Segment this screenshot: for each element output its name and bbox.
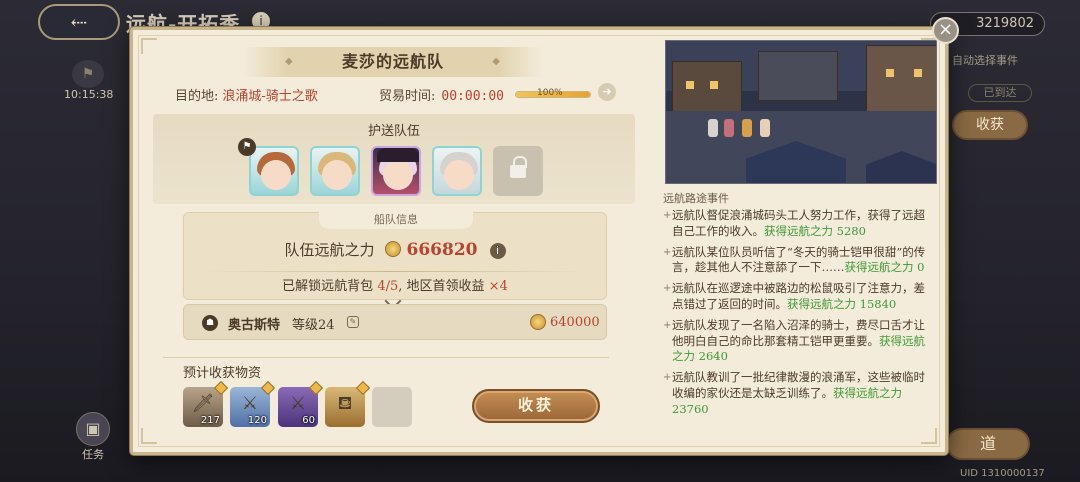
edit-icon[interactable]: ✎: [347, 316, 359, 328]
collect-button[interactable]: 收获: [472, 389, 600, 423]
power-value: 666820: [406, 240, 478, 260]
destination-row: 目的地: 浪涌城-骑士之歌: [175, 85, 318, 104]
road-button[interactable]: 道: [946, 428, 1030, 460]
task-label: 任务: [82, 448, 104, 461]
window: [914, 69, 922, 77]
face: [444, 160, 474, 190]
uid-text: UID 1310000137: [960, 468, 1045, 479]
leader-flag-icon: ⚑: [238, 138, 256, 156]
character-sprite: [708, 119, 718, 137]
locked-slot[interactable]: [493, 146, 543, 196]
building: [758, 51, 838, 101]
escort-avatar-2[interactable]: [310, 146, 360, 196]
progress-text: 100%: [537, 88, 563, 98]
speed-up-icon[interactable]: ➜: [598, 83, 616, 101]
item-slot-2[interactable]: ⚔ 120: [230, 380, 276, 427]
captain-row[interactable]: ☗ 奥古斯特 等级24 ✎ 640000: [183, 304, 607, 340]
timer-text: 10:15:38: [64, 88, 114, 101]
unlock-label: 已解锁远航背包: [282, 279, 374, 294]
captain-icon: ☗: [202, 315, 218, 331]
close-button[interactable]: ×: [932, 17, 959, 44]
event-item: 远航队在巡逻途中被路边的松鼠吸引了注意力，差点错过了返回的时间。获得远航之力 1…: [663, 281, 931, 313]
auto-select-toggle[interactable]: 自动选择事件: [952, 52, 1018, 68]
event-item: 远航队教训了一批纪律散漫的浪涌军，这些被临时收编的家伙还是太缺乏训练了。获得远航…: [663, 370, 931, 417]
event-reward: 获得远航之力 0: [844, 260, 925, 275]
expedition-scene-image: [665, 40, 937, 184]
captain-power: 640000: [550, 315, 600, 330]
expected-title: 预计收获物资: [183, 366, 262, 381]
voyage-power-icon: [384, 241, 401, 257]
item-count: 120: [247, 415, 267, 426]
item-slot-4[interactable]: ⛾: [325, 380, 371, 427]
face: [261, 160, 291, 190]
background-collect-button[interactable]: 收获: [952, 110, 1028, 140]
window: [686, 81, 694, 89]
character-sprite: [760, 119, 770, 137]
voyage-power-icon: [530, 314, 546, 330]
destination-label: 目的地:: [175, 89, 219, 104]
power-label: 队伍远航之力: [284, 241, 375, 259]
face: [383, 160, 413, 190]
corner-ornament: [141, 38, 157, 54]
unlock-value: 4/5: [377, 279, 399, 294]
fleet-info-tab: 船队信息: [319, 212, 473, 229]
divider: [204, 271, 586, 272]
captain-name: 奥古斯特: [228, 318, 281, 333]
character-sprite: [742, 119, 752, 137]
event-item: 远航队发现了一名陷入沼泽的骑士，费尽口舌才让他明白自己的命比那套精工铠甲更重要。…: [663, 318, 931, 365]
task-button[interactable]: ▣ 任务: [70, 412, 116, 462]
event-reward: 获得远航之力 15840: [787, 296, 897, 311]
magic-blade-icon: ⚔: [289, 393, 307, 414]
witch-hat: [377, 148, 419, 162]
close-icon: ×: [937, 19, 954, 40]
item-count: 217: [200, 415, 220, 426]
separator: ,: [398, 279, 403, 294]
power-info-icon[interactable]: i: [489, 243, 506, 259]
escort-avatar-4[interactable]: [432, 146, 482, 196]
first-claim-value: ×4: [488, 279, 508, 294]
item-slot-3[interactable]: ⚔ 60: [278, 380, 324, 427]
window: [710, 81, 718, 89]
destination-value: 浪涌城-骑士之歌: [222, 89, 318, 104]
item-slot-empty: [372, 387, 412, 427]
event-item: 远航队某位队员听信了“冬天的骑士铠甲很甜”的传言，趁其他人不注意舔了一下……获得…: [663, 245, 931, 277]
escort-title: 护送队伍: [367, 124, 420, 139]
item-slot-1[interactable]: 🗡 217: [183, 380, 229, 427]
blade-icon: ⚔: [241, 393, 259, 414]
task-icon: ▣: [76, 412, 110, 446]
power-row: 队伍远航之力 666820 i: [184, 239, 606, 267]
character-sprite: [724, 119, 734, 137]
captain-level: 等级24: [292, 318, 335, 333]
back-button[interactable]: ⇠: [38, 4, 120, 40]
face: [322, 160, 352, 190]
unlock-row: 已解锁远航背包 4/5, 地区首领收益 ×4: [184, 275, 606, 294]
arrived-badge: 已到达: [968, 84, 1032, 102]
corner-ornament: [141, 428, 157, 444]
escort-avatar-1[interactable]: [249, 146, 299, 196]
window: [886, 69, 894, 77]
event-reward: 获得远航之力 5280: [764, 223, 866, 238]
trade-time-label: 贸易时间:: [379, 89, 436, 104]
event-item: 远航队督促浪涌城码头工人努力工作，获得了远超自己工作的收入。获得远航之力 528…: [663, 208, 931, 240]
fleet-info-panel: 船队信息 队伍远航之力 666820 i 已解锁远航背包 4/5, 地区首领收益 ×…: [183, 212, 607, 310]
lantern-icon: ⛾: [337, 393, 353, 414]
escort-panel: 护送队伍 ⚑: [153, 114, 635, 204]
flag-icon[interactable]: ⚑: [72, 60, 104, 88]
dialog-title: 麦莎的远航队: [243, 47, 543, 77]
sword-icon: 🗡: [191, 393, 215, 414]
events-list[interactable]: 远航队督促浪涌城码头工人努力工作，获得了远超自己工作的收入。获得远航之力 528…: [663, 208, 931, 444]
trade-time-value: 00:00:00: [441, 89, 505, 104]
escort-avatar-3[interactable]: [371, 146, 421, 196]
divider: [163, 357, 609, 358]
expedition-dialog: 麦莎的远航队 目的地:浪涌城-骑士之歌 贸易时间: 00:00:00 100% ➜…: [130, 27, 948, 455]
first-claim-label: 地区首领收益: [406, 279, 485, 294]
trade-time-row: 贸易时间: 00:00:00: [379, 85, 504, 104]
item-count: 60: [302, 415, 315, 426]
events-title: 远航路途事件: [663, 192, 729, 205]
lock-icon: [510, 156, 527, 180]
back-arrow-icon: ⇠: [70, 10, 88, 34]
